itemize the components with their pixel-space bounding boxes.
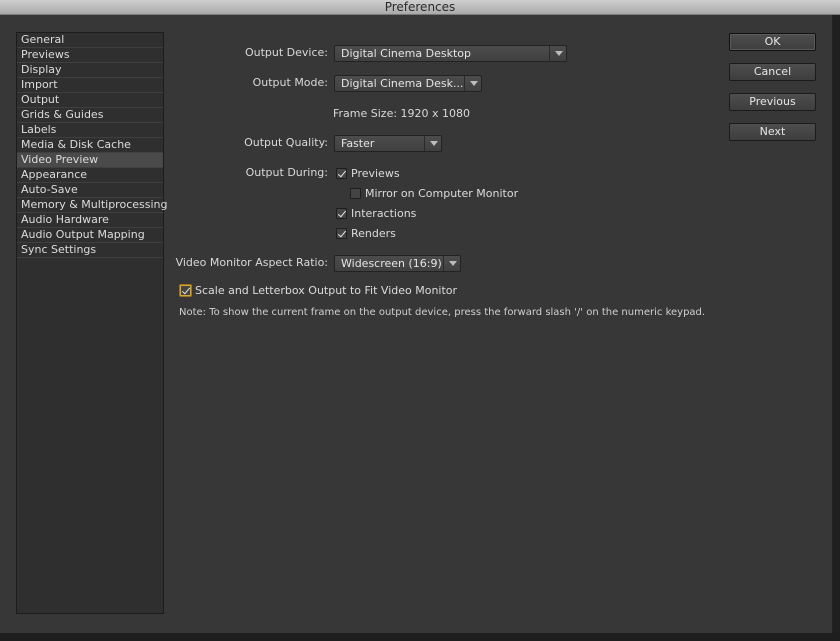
dropdown-separator bbox=[464, 76, 465, 91]
mirror-label: Mirror on Computer Monitor bbox=[365, 186, 519, 200]
renders-label: Renders bbox=[351, 226, 396, 240]
background-panel-strip bbox=[0, 633, 840, 641]
output-mode-dropdown[interactable]: Digital Cinema Desk... bbox=[334, 75, 482, 92]
sidebar-item-audio-hardware[interactable]: Audio Hardware bbox=[17, 213, 163, 228]
sidebar-item-sync-settings[interactable]: Sync Settings bbox=[17, 243, 163, 258]
previews-label: Previews bbox=[351, 166, 400, 180]
window-title: Preferences bbox=[384, 0, 456, 14]
preferences-dialog: General Previews Display Import Output G… bbox=[0, 15, 833, 633]
dropdown-separator bbox=[443, 256, 444, 271]
sidebar-item-video-preview[interactable]: Video Preview bbox=[17, 153, 163, 168]
output-quality-dropdown[interactable]: Faster bbox=[334, 135, 442, 152]
sidebar-item-output[interactable]: Output bbox=[17, 93, 163, 108]
preferences-category-list: General Previews Display Import Output G… bbox=[16, 32, 167, 614]
ok-button[interactable]: OK bbox=[729, 33, 816, 51]
interactions-label: Interactions bbox=[351, 206, 417, 220]
sidebar-item-memory-multiprocessing[interactable]: Memory & Multiprocessing bbox=[17, 198, 167, 213]
chevron-down-icon bbox=[449, 261, 457, 266]
aspect-ratio-label: Video Monitor Aspect Ratio: bbox=[175, 256, 328, 269]
chevron-down-icon bbox=[430, 141, 438, 146]
sidebar-item-labels[interactable]: Labels bbox=[17, 123, 163, 138]
output-quality-label: Output Quality: bbox=[244, 136, 328, 149]
sidebar-item-media-disk-cache[interactable]: Media & Disk Cache bbox=[17, 138, 163, 153]
aspect-ratio-dropdown[interactable]: Widescreen (16:9) bbox=[334, 255, 461, 272]
interactions-checkbox-row[interactable]: Interactions bbox=[336, 206, 416, 220]
renders-checkbox[interactable] bbox=[336, 227, 347, 239]
output-device-value: Digital Cinema Desktop bbox=[341, 47, 471, 60]
interactions-checkbox[interactable] bbox=[336, 207, 347, 219]
sidebar-item-grids-guides[interactable]: Grids & Guides bbox=[17, 108, 163, 123]
output-quality-value: Faster bbox=[341, 137, 375, 150]
next-button[interactable]: Next bbox=[729, 123, 816, 141]
output-device-dropdown[interactable]: Digital Cinema Desktop bbox=[334, 45, 567, 62]
window-title-bar[interactable]: Preferences bbox=[0, 0, 840, 15]
dropdown-separator bbox=[549, 46, 550, 61]
chevron-down-icon bbox=[555, 51, 563, 56]
sidebar-item-general[interactable]: General bbox=[17, 33, 163, 48]
output-during-label: Output During: bbox=[245, 166, 328, 179]
previews-checkbox-row[interactable]: Previews bbox=[336, 166, 400, 180]
scale-letterbox-checkbox-row[interactable]: Scale and Letterbox Output to Fit Video … bbox=[180, 283, 457, 297]
dropdown-separator bbox=[424, 136, 425, 151]
previews-checkbox[interactable] bbox=[336, 167, 347, 179]
output-device-label: Output Device: bbox=[244, 46, 328, 59]
window-right-edge bbox=[833, 15, 840, 633]
scale-letterbox-checkbox[interactable] bbox=[180, 284, 191, 296]
sidebar-item-previews[interactable]: Previews bbox=[17, 48, 163, 63]
mirror-checkbox-row[interactable]: Mirror on Computer Monitor bbox=[350, 186, 518, 200]
sidebar-item-audio-output-mapping[interactable]: Audio Output Mapping bbox=[17, 228, 163, 243]
output-mode-value: Digital Cinema Desk... bbox=[341, 77, 464, 90]
chevron-down-icon bbox=[470, 81, 478, 86]
renders-checkbox-row[interactable]: Renders bbox=[336, 226, 396, 240]
keypad-note: Note: To show the current frame on the o… bbox=[179, 307, 706, 318]
sidebar-item-display[interactable]: Display bbox=[17, 63, 163, 78]
aspect-ratio-value: Widescreen (16:9) bbox=[341, 257, 442, 270]
sidebar-item-appearance[interactable]: Appearance bbox=[17, 168, 163, 183]
previous-button[interactable]: Previous bbox=[729, 93, 816, 111]
output-mode-label: Output Mode: bbox=[252, 76, 328, 89]
frame-size-text: Frame Size: 1920 x 1080 bbox=[333, 107, 471, 120]
mirror-checkbox[interactable] bbox=[350, 187, 361, 199]
scale-letterbox-label: Scale and Letterbox Output to Fit Video … bbox=[195, 283, 458, 297]
sidebar-item-auto-save[interactable]: Auto-Save bbox=[17, 183, 163, 198]
cancel-button[interactable]: Cancel bbox=[729, 63, 816, 81]
sidebar-item-import[interactable]: Import bbox=[17, 78, 163, 93]
